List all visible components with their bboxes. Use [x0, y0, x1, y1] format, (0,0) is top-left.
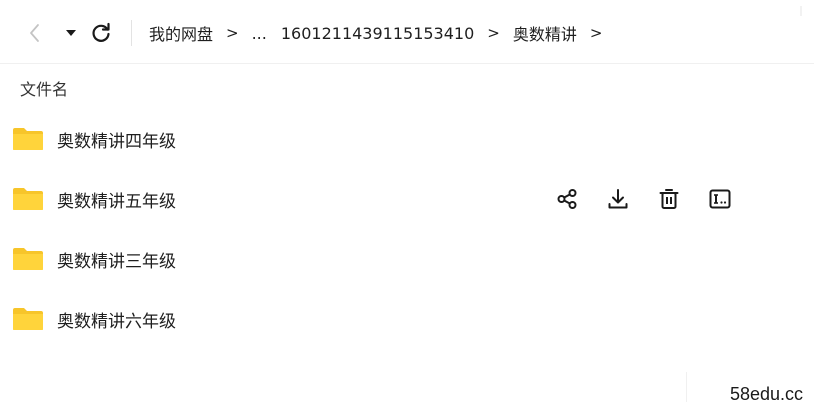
- folder-name: 奥数精讲四年级: [57, 131, 176, 152]
- row-actions: [552, 184, 756, 214]
- delete-icon: [659, 189, 679, 209]
- chevron-left-icon: [30, 24, 39, 42]
- divider: [686, 372, 687, 402]
- watermark: 58edu.cc: [727, 384, 805, 405]
- delete-button[interactable]: [654, 184, 684, 214]
- folder-name: 奥数精讲五年级: [57, 191, 176, 212]
- share-button[interactable]: [552, 184, 582, 214]
- download-button[interactable]: [603, 184, 633, 214]
- breadcrumb-root[interactable]: 我的网盘: [149, 21, 213, 45]
- folder-name: 奥数精讲三年级: [57, 251, 176, 272]
- list-item[interactable]: 奥数精讲三年级: [0, 229, 814, 289]
- folder-icon: [13, 308, 43, 330]
- folder-name: 奥数精讲六年级: [57, 311, 176, 332]
- column-header-filename[interactable]: 文件名: [20, 76, 68, 100]
- breadcrumb-current[interactable]: 奥数精讲: [513, 21, 577, 45]
- caret-down-icon: [66, 30, 76, 36]
- share-icon: [557, 189, 577, 209]
- rename-button[interactable]: [705, 184, 735, 214]
- folder-icon: [13, 248, 43, 270]
- folder-icon: [13, 128, 43, 150]
- list-item[interactable]: 奥数精讲六年级: [0, 289, 814, 349]
- rename-icon: [709, 189, 731, 209]
- toolbar-edge: [800, 6, 802, 16]
- breadcrumb-ellipsis[interactable]: ...: [252, 24, 267, 43]
- toolbar-divider: [131, 20, 132, 46]
- refresh-button[interactable]: [88, 20, 114, 46]
- toolbar: 我的网盘 > ... 1601211439115153410 > 奥数精讲 >: [0, 0, 814, 64]
- list-item[interactable]: 奥数精讲四年级: [0, 109, 814, 169]
- refresh-icon: [92, 22, 110, 42]
- download-icon: [608, 189, 628, 209]
- dropdown-button[interactable]: [58, 20, 84, 46]
- breadcrumb-separator: >: [226, 24, 239, 42]
- folder-icon: [13, 188, 43, 210]
- back-button[interactable]: [22, 20, 48, 46]
- breadcrumb-folder-id[interactable]: 1601211439115153410: [281, 24, 474, 43]
- breadcrumb-separator: >: [589, 24, 603, 42]
- breadcrumb: 我的网盘 > ... 1601211439115153410 > 奥数精讲 >: [149, 21, 615, 45]
- breadcrumb-separator: >: [487, 24, 500, 42]
